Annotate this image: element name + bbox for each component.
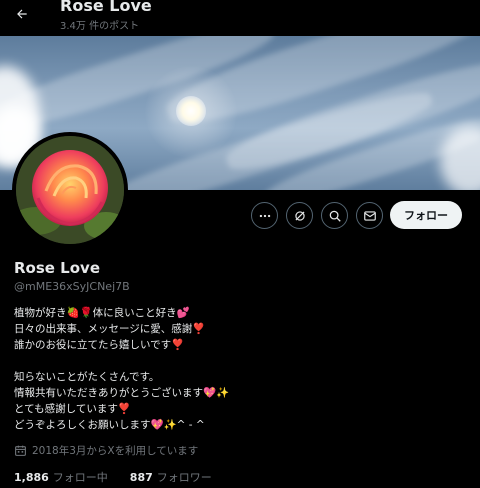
bio-line [14, 353, 454, 369]
back-arrow-icon [17, 9, 27, 19]
follow-button[interactable]: フォロー [390, 201, 462, 229]
sun [176, 96, 206, 126]
back-button[interactable] [10, 2, 34, 26]
following-count: 1,886 [14, 471, 49, 484]
followers-link[interactable]: 887 フォロワー [130, 469, 212, 485]
following-link[interactable]: 1,886 フォロー中 [14, 469, 108, 485]
bio-line: とても感謝しています❣️ [14, 403, 131, 415]
followers-count: 887 [129, 471, 153, 484]
more-icon [259, 214, 270, 217]
following-label: フォロー中 [52, 471, 108, 484]
message-button[interactable] [356, 202, 383, 229]
followers-label: フォロワー [156, 471, 212, 484]
joined-text: 2018年3月からXを利用しています [32, 445, 199, 457]
grok-icon [294, 210, 305, 221]
follow-stats: 1,886 フォロー中 887 フォロワー [14, 469, 234, 485]
grok-button[interactable] [286, 202, 313, 229]
header-title: Rose Love [60, 0, 152, 15]
search-button[interactable] [321, 202, 348, 229]
bio-line: 日々の出来事、メッセージに愛、感謝❣️ [14, 323, 206, 335]
bio-line: 知らないことがたくさんです。 [14, 371, 160, 383]
bio-line: どうぞよろしくお願いします💖✨^ - ^ [14, 419, 205, 431]
avatar[interactable] [12, 132, 128, 248]
post-count: 3.4万 件のポスト [60, 21, 140, 32]
calendar-icon [15, 445, 26, 456]
message-icon [363, 210, 376, 221]
top-bar: Rose Love 3.4万 件のポスト [0, 0, 480, 36]
search-icon [329, 210, 341, 222]
bio-line: 情報共有いただきありがとうございます💖✨ [14, 387, 230, 399]
rose-avatar-image [16, 136, 124, 244]
more-button[interactable] [251, 202, 278, 229]
bio-line: 植物が好き🍓🌹体に良いこと好き💕 [14, 307, 190, 319]
profile-handle: @mME36xSyJCNej7B [14, 280, 130, 293]
joined-date: 2018年3月からXを利用しています [14, 443, 198, 458]
profile-bio: 植物が好き🍓🌹体に良いこと好き💕 日々の出来事、メッセージに愛、感謝❣️ 誰かの… [14, 305, 454, 433]
profile-name: Rose Love [14, 259, 100, 277]
bio-line: 誰かのお役に立てたら嬉しいです❣️ [14, 339, 185, 351]
